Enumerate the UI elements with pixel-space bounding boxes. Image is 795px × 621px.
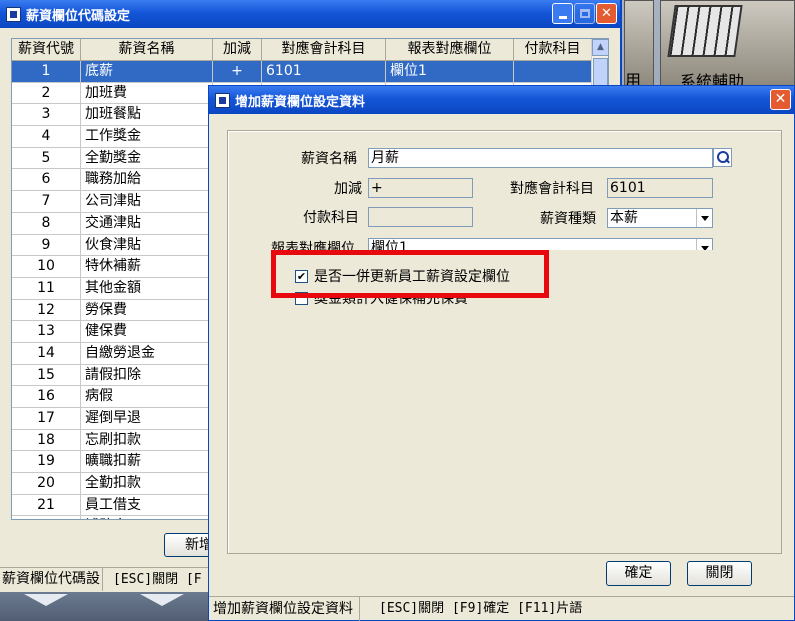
pay-account-label: 付款科目 xyxy=(303,210,359,226)
cell-name: 加班費 xyxy=(81,82,213,105)
maximize-icon xyxy=(579,9,590,18)
ok-button[interactable]: 確定 xyxy=(606,561,671,586)
cell-name: 工作獎金 xyxy=(81,126,213,148)
chevron-down-icon[interactable] xyxy=(696,209,712,227)
cell-code: 21 xyxy=(12,494,81,517)
down-arrow-icon xyxy=(24,594,68,606)
main-titlebar[interactable]: 薪資欄位代碼設定 ✕ xyxy=(0,0,620,28)
cell-code: 10 xyxy=(12,256,81,278)
account-input[interactable]: 6101 xyxy=(607,178,713,198)
app-icon xyxy=(215,92,230,108)
cell-report: 欄位1 xyxy=(386,61,514,83)
sign-input[interactable]: + xyxy=(368,178,473,198)
cell-name: 勞保費 xyxy=(81,299,213,322)
salary-type-value: 本薪 xyxy=(610,210,638,226)
cell-name: 底薪 xyxy=(81,61,213,83)
cell-code: 2 xyxy=(12,82,81,105)
cell-name: 伙食津貼 xyxy=(81,234,213,257)
cell-code: 4 xyxy=(12,126,81,148)
main-status-keys: [ESC]關閉 [F xyxy=(113,572,202,587)
cell-name: 病假 xyxy=(81,386,213,408)
cell-name: 交通津貼 xyxy=(81,212,213,235)
cell-code: 14 xyxy=(12,342,81,365)
cell-name: 公司津貼 xyxy=(81,191,213,213)
salary-name-label: 薪資名稱 xyxy=(301,151,357,167)
cell-code: 1 xyxy=(12,61,81,83)
cell-code: 5 xyxy=(12,147,81,170)
main-close-button[interactable]: ✕ xyxy=(596,3,617,24)
close-icon: ✕ xyxy=(601,6,612,21)
add-salary-field-dialog: 增加薪資欄位設定資料 ✕ 薪資名稱 月薪 加減 + 對應會計科目 6101 付款… xyxy=(208,85,795,621)
col-header-report[interactable]: 報表對應欄位 xyxy=(386,39,514,61)
col-header-name[interactable]: 薪資名稱 xyxy=(81,39,213,61)
cell-name: 特休補薪 xyxy=(81,256,213,278)
cell-name: 遲倒早退 xyxy=(81,408,213,430)
scroll-up-button[interactable]: ▲ xyxy=(592,39,608,56)
sign-label: 加減 xyxy=(334,181,362,197)
cell-name: 忘刷扣款 xyxy=(81,429,213,452)
col-header-account[interactable]: 對應會計科目 xyxy=(262,39,386,61)
close-icon: ✕ xyxy=(774,91,787,107)
dialog-titlebar[interactable]: 增加薪資欄位設定資料 ✕ xyxy=(209,86,794,114)
cell-name: 補助金 xyxy=(81,516,213,519)
keyboard-icon xyxy=(667,5,743,57)
salary-type-select[interactable]: 本薪 xyxy=(607,208,713,228)
cell-code: 7 xyxy=(12,191,81,213)
cell-name: 自繳勞退金 xyxy=(81,342,213,365)
cell-code: 13 xyxy=(12,321,81,343)
cell-name: 員工借支 xyxy=(81,494,213,517)
col-header-pay[interactable]: 付款科目 xyxy=(514,39,592,61)
salary-name-input[interactable]: 月薪 xyxy=(368,148,713,168)
cell-code: 11 xyxy=(12,277,81,300)
salary-type-label: 薪資種類 xyxy=(540,211,596,227)
cell-code: 18 xyxy=(12,429,81,452)
maximize-button[interactable] xyxy=(574,3,595,24)
cell-code: 3 xyxy=(12,104,81,127)
main-window-title: 薪資欄位代碼設定 xyxy=(26,8,131,24)
dialog-close-button[interactable]: ✕ xyxy=(770,89,791,110)
cell-name: 職務加給 xyxy=(81,169,213,192)
cell-code: 6 xyxy=(12,169,81,192)
col-header-sign[interactable]: 加減 xyxy=(213,39,262,61)
cell-code: 12 xyxy=(12,299,81,322)
col-header-code[interactable]: 薪資代號 xyxy=(12,39,81,61)
pay-account-input[interactable] xyxy=(368,207,473,227)
chevron-up-icon: ▲ xyxy=(597,42,604,52)
cell-pay xyxy=(514,61,592,83)
cell-name: 健保費 xyxy=(81,321,213,343)
app-icon xyxy=(6,6,21,22)
minimize-button[interactable] xyxy=(552,3,573,24)
cell-name: 全勤獎金 xyxy=(81,147,213,170)
cell-account: 6101 xyxy=(262,61,386,83)
cell-code: 16 xyxy=(12,386,81,408)
cell-code: 22 xyxy=(12,516,81,519)
dialog-statusbar: 增加薪資欄位設定資料 [ESC]關閉 [F9]確定 [F11]片語 xyxy=(209,596,794,621)
cell-code: 8 xyxy=(12,212,81,235)
table-header: 薪資代號 薪資名稱 加減 對應會計科目 報表對應欄位 付款科目 xyxy=(12,39,608,61)
dialog-status-title: 增加薪資欄位設定資料 xyxy=(213,597,360,621)
dialog-status-keys: [ESC]關閉 [F9]確定 [F11]片語 xyxy=(379,601,583,616)
down-arrow-icon xyxy=(140,594,184,606)
cell-name: 其他金額 xyxy=(81,277,213,300)
cell-code: 20 xyxy=(12,473,81,495)
table-row[interactable]: 1 底薪 +6101 欄位1 xyxy=(12,61,608,83)
highlight-box xyxy=(271,250,549,298)
cell-name: 曠職扣薪 xyxy=(81,451,213,474)
cell-sign: + xyxy=(213,61,262,83)
search-icon[interactable] xyxy=(713,148,732,167)
cell-code: 9 xyxy=(12,234,81,257)
dialog-title: 增加薪資欄位設定資料 xyxy=(235,94,366,110)
minimize-icon xyxy=(558,16,567,19)
cell-code: 15 xyxy=(12,364,81,387)
cell-name: 請假扣除 xyxy=(81,364,213,387)
main-status-title: 薪資欄位代碼設 xyxy=(2,568,103,591)
cell-name: 加班餐點 xyxy=(81,104,213,127)
account-label: 對應會計科目 xyxy=(510,181,594,197)
cell-code: 17 xyxy=(12,408,81,430)
cell-name: 全勤扣款 xyxy=(81,473,213,495)
desktop-tile-partial[interactable]: 用 xyxy=(624,0,654,93)
close-button[interactable]: 關閉 xyxy=(687,561,752,586)
cell-code: 19 xyxy=(12,451,81,474)
